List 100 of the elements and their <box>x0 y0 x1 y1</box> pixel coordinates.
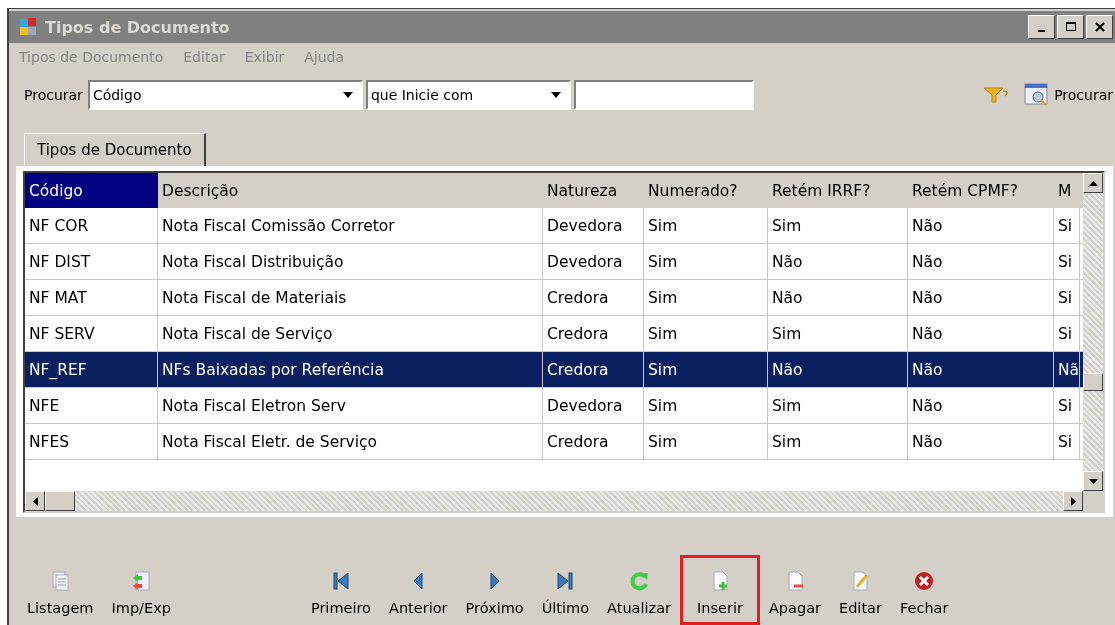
table-cell: Credora <box>543 280 644 315</box>
table-cell: NF MAT <box>25 280 158 315</box>
caret-icon <box>342 92 353 98</box>
toolbar-button[interactable]: Atualizar <box>598 555 681 625</box>
toolbar-button[interactable]: Fechar <box>890 555 958 625</box>
table-cell: Credora <box>543 316 644 351</box>
table-cell: Si <box>1054 244 1080 279</box>
table-cell: Si <box>1054 316 1080 351</box>
table-cell: Sim <box>768 316 908 351</box>
toolbar-button[interactable]: Anterior <box>380 555 457 625</box>
close-icon <box>913 570 936 592</box>
table-cell: Devedora <box>543 244 644 279</box>
scroll-thumb[interactable] <box>45 491 75 511</box>
pages-icon <box>49 570 72 592</box>
search-field[interactable] <box>573 80 754 110</box>
search-button[interactable]: Procurar <box>1024 83 1113 107</box>
table-cell: NF DIST <box>25 244 158 279</box>
table-cell: Devedora <box>543 388 644 423</box>
column-header[interactable]: Natureza <box>543 173 644 208</box>
toolbar-button[interactable]: Primeiro <box>301 555 380 625</box>
table-cell: NF_REF <box>25 352 158 387</box>
horizontal-scrollbar[interactable] <box>25 491 1103 511</box>
table-cell: Nota Fiscal de Serviço <box>158 316 543 351</box>
column-header[interactable]: M <box>1054 173 1080 208</box>
table-cell: Sim <box>768 208 908 243</box>
table-cell: NFE <box>25 388 158 423</box>
search-icon <box>1024 83 1051 107</box>
window-title: Tipos de Documento <box>45 17 231 37</box>
table-cell: Sim <box>644 388 768 423</box>
table-cell: Não <box>908 280 1054 315</box>
table-cell: Sim <box>644 352 768 387</box>
toolbar-button[interactable]: Listagem <box>18 555 103 625</box>
table-cell: Sim <box>644 280 768 315</box>
table-cell: Sim <box>644 424 768 459</box>
column-header[interactable]: Retém IRRF? <box>768 173 908 208</box>
table-cell: Não <box>908 388 1054 423</box>
table-row[interactable]: NF COR Nota Fiscal Comissão Corretor Devedora Sim Sim Não Si <box>25 208 1083 244</box>
table-cell: Sim <box>768 388 908 423</box>
table-cell: Nota Fiscal de Materiais <box>158 280 543 315</box>
toolbar-button[interactable]: Imp/Exp <box>102 555 180 625</box>
table-cell: Não <box>908 352 1054 387</box>
toolbar-button[interactable]: Apagar <box>759 555 830 625</box>
table-cell: Não <box>768 280 908 315</box>
table-cell: Si <box>1054 388 1080 423</box>
table-cell: Credora <box>543 424 644 459</box>
table-cell: NFs Baixadas por Referência <box>158 352 543 387</box>
table-cell: Sim <box>644 208 768 243</box>
close-button[interactable] <box>1086 15 1113 39</box>
table-cell: Não <box>908 424 1054 459</box>
maximize-button[interactable] <box>1057 15 1084 39</box>
table-cell: Nota Fiscal Comissão Corretor <box>158 208 543 243</box>
operator-dropdown[interactable]: que Inicie com <box>365 80 571 110</box>
minimize-button[interactable] <box>1028 15 1055 39</box>
table-row[interactable]: NF DIST Nota Fiscal Distribuição Devedora Sim Não Não Si <box>25 244 1083 280</box>
table-cell: Sim <box>768 424 908 459</box>
toolbar-button[interactable]: Inserir <box>680 555 760 625</box>
column-header[interactable]: Código <box>25 173 158 208</box>
table-cell: NF SERV <box>25 316 158 351</box>
column-header[interactable]: Descrição <box>158 173 543 208</box>
table-row[interactable]: NF_REF NFs Baixadas por Referência Credora Sim Não Não Nã <box>25 352 1083 388</box>
close-icon <box>1093 21 1106 33</box>
table-cell: Nota Fiscal Eletron Serv <box>158 388 543 423</box>
scroll-thumb[interactable] <box>1083 373 1103 391</box>
table-cell: Devedora <box>543 208 644 243</box>
down-arrow-icon[interactable] <box>1088 478 1098 484</box>
refresh-icon <box>628 570 651 592</box>
table-cell: NFES <box>25 424 158 459</box>
table-cell: Si <box>1054 424 1080 459</box>
table-cell: Credora <box>543 352 644 387</box>
table-cell: Não <box>768 244 908 279</box>
table-cell: Si <box>1054 208 1080 243</box>
minimize-icon <box>1038 30 1045 32</box>
search-label: Procurar <box>24 87 83 103</box>
table-cell: Não <box>908 208 1054 243</box>
table-cell: Não <box>908 244 1054 279</box>
table-cell: NF COR <box>25 208 158 243</box>
table-row[interactable]: NFES Nota Fiscal Eletr. de Serviço Credora Sim Sim Não Si <box>25 424 1083 460</box>
column-header[interactable]: Retém CPMF? <box>908 173 1054 208</box>
toolbar-button[interactable]: Editar <box>830 555 891 625</box>
toolbar-button[interactable]: Último <box>532 555 599 625</box>
table-cell: Nota Fiscal Distribuição <box>158 244 543 279</box>
vertical-scrollbar[interactable] <box>1083 173 1103 491</box>
table-cell: Sim <box>644 244 768 279</box>
table-row[interactable]: NF MAT Nota Fiscal de Materiais Credora Sim Não Não Si <box>25 280 1083 316</box>
table-cell: Si <box>1054 280 1080 315</box>
table-row[interactable]: NFE Nota Fiscal Eletron Serv Devedora Sim Sim Não Si <box>25 388 1083 424</box>
toolbar-button[interactable]: Próximo <box>456 555 533 625</box>
table-cell: Não <box>908 316 1054 351</box>
table-cell: Nã <box>1054 352 1080 387</box>
field-dropdown[interactable]: Código <box>87 80 363 110</box>
table-cell: Sim <box>644 316 768 351</box>
column-header[interactable]: Numerado? <box>644 173 768 208</box>
tab[interactable]: Tipos de Documento <box>24 133 206 166</box>
app-icon <box>19 18 37 36</box>
up-arrow-icon[interactable] <box>1088 180 1098 186</box>
left-arrow-icon[interactable] <box>32 496 38 506</box>
table-cell: Nota Fiscal Eletr. de Serviço <box>158 424 543 459</box>
right-arrow-icon[interactable] <box>1070 496 1076 506</box>
table-cell: Não <box>768 352 908 387</box>
caret-icon <box>550 92 561 98</box>
